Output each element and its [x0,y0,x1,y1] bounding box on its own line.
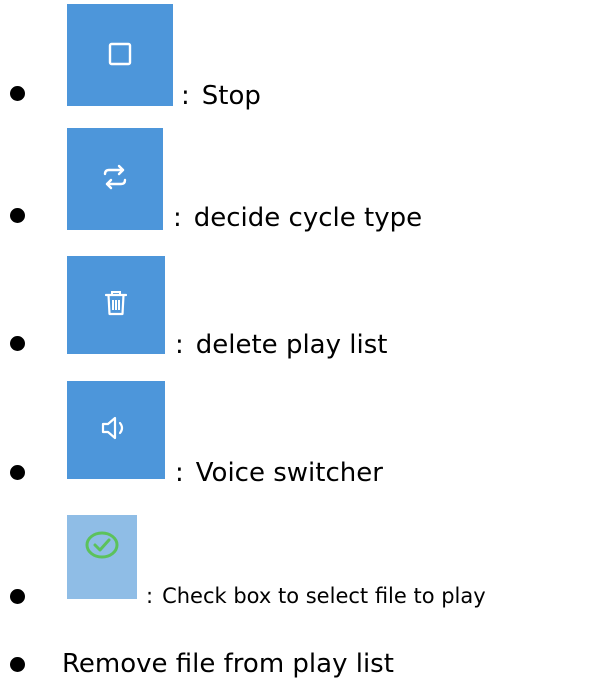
repeat-icon [103,164,127,190]
bullet [10,465,25,480]
speaker-icon [101,416,124,440]
item-description: : Stop [181,83,261,109]
stop-button-tile [67,4,173,106]
bullet [10,208,25,223]
check-button-tile [67,515,137,599]
cycle-button-tile [67,128,163,230]
bullet [10,657,25,672]
bullet [10,589,25,604]
item-description: : Voice switcher [175,460,383,486]
trash-icon [105,291,127,316]
item-label: Stop [201,81,261,111]
item-label: Check box to select file to play [162,584,486,608]
item-description: : Check box to select file to play [146,586,486,607]
bullet [10,336,25,351]
bullet [10,86,25,101]
voice-button-tile [67,381,165,479]
separator: : [146,584,154,608]
item-label: delete play list [195,330,388,360]
delete-button-tile [67,256,165,354]
item-label: decide cycle type [193,203,423,233]
separator: : [181,81,190,111]
item-label: Remove file from play list [62,649,394,679]
stop-icon [108,42,132,66]
check-circle-icon [85,531,119,559]
separator: : [175,330,184,360]
item-label: Voice switcher [195,458,383,488]
separator: : [173,203,182,233]
item-description: : decide cycle type [173,205,422,231]
item-description: : delete play list [175,332,387,358]
separator: : [175,458,184,488]
